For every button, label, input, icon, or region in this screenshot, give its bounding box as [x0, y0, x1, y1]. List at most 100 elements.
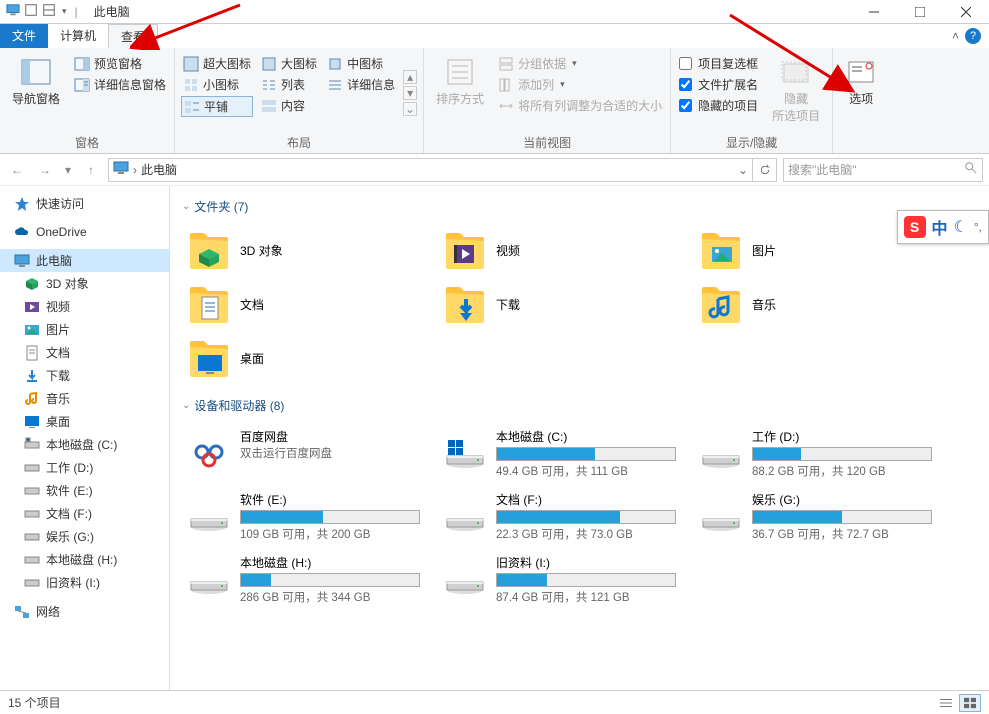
- sidebar-pictures[interactable]: 图片: [0, 318, 169, 341]
- sidebar-onedrive[interactable]: OneDrive: [0, 221, 169, 243]
- sidebar-i[interactable]: 旧资料 (I:): [0, 571, 169, 594]
- preview-pane-icon: [74, 56, 90, 72]
- folder-threeD[interactable]: 3D 对象: [182, 223, 438, 277]
- sidebar-g[interactable]: 娱乐 (G:): [0, 525, 169, 548]
- main-area: 快速访问 OneDrive 此电脑 3D 对象 视频 图片 文档 下载 音乐 桌…: [0, 186, 989, 690]
- size-all-columns[interactable]: 将所有列调整为合适的大小: [496, 96, 664, 115]
- drive-bar: [752, 447, 932, 461]
- collapse-ribbon-icon[interactable]: ˄: [952, 29, 959, 43]
- folder-icon: [700, 283, 742, 325]
- sidebar-downloads[interactable]: 下载: [0, 364, 169, 387]
- sidebar-desktop[interactable]: 桌面: [0, 410, 169, 433]
- crumb-thispc[interactable]: 此电脑: [141, 161, 177, 178]
- sidebar-videos[interactable]: 视频: [0, 295, 169, 318]
- sogou-icon: S: [904, 216, 926, 238]
- sidebar-docs[interactable]: 文档: [0, 341, 169, 364]
- help-icon[interactable]: ?: [965, 28, 981, 44]
- group-options: 选项: [833, 48, 889, 153]
- nav-pane-button[interactable]: 导航窗格: [6, 54, 66, 132]
- list-view[interactable]: 列表: [259, 75, 319, 94]
- drive-icon4: [24, 506, 40, 522]
- folder-label: 桌面: [240, 350, 264, 367]
- layout-scroll-up[interactable]: ▴: [403, 70, 417, 84]
- tab-file[interactable]: 文件: [0, 24, 48, 48]
- small-icons[interactable]: 小图标: [181, 75, 253, 94]
- minimize-button[interactable]: [851, 0, 897, 24]
- drive-5[interactable]: 娱乐 (G:)36.7 GB 可用，共 72.7 GB: [694, 485, 950, 548]
- sort-by[interactable]: 排序方式: [430, 54, 490, 132]
- addcol-icon: [498, 77, 514, 93]
- refresh-button[interactable]: [753, 158, 777, 182]
- folder-desktop[interactable]: 桌面: [182, 331, 438, 385]
- group-by[interactable]: 分组依据: [496, 54, 664, 73]
- back-button[interactable]: ←: [6, 159, 28, 181]
- search-box[interactable]: [783, 158, 983, 182]
- preview-pane[interactable]: 预览窗格: [72, 54, 168, 73]
- qat-icon2[interactable]: [42, 3, 56, 20]
- recent-dd[interactable]: ▾: [62, 159, 74, 181]
- item-checkboxes[interactable]: 项目复选框: [677, 54, 760, 73]
- sidebar-d[interactable]: 工作 (D:): [0, 456, 169, 479]
- ime-float[interactable]: S 中 ☾ °,: [897, 210, 989, 244]
- music-icon: [24, 391, 40, 407]
- tab-computer[interactable]: 计算机: [48, 24, 108, 48]
- sidebar-h[interactable]: 本地磁盘 (H:): [0, 548, 169, 571]
- address-bar[interactable]: › 此电脑 ⌄: [108, 158, 753, 182]
- drive-icon3: [24, 483, 40, 499]
- sidebar-e[interactable]: 软件 (E:): [0, 479, 169, 502]
- drive-icon6: [24, 552, 40, 568]
- details-view[interactable]: 详细信息: [325, 75, 397, 94]
- drive-4[interactable]: 文档 (F:)22.3 GB 可用，共 73.0 GB: [438, 485, 694, 548]
- search-icon[interactable]: [964, 161, 978, 178]
- sidebar-c[interactable]: 本地磁盘 (C:): [0, 433, 169, 456]
- status-details-view[interactable]: [935, 694, 957, 712]
- sidebar-thispc[interactable]: 此电脑: [0, 249, 169, 272]
- section-folders[interactable]: ⌄文件夹 (7): [182, 198, 977, 215]
- maximize-button[interactable]: [897, 0, 943, 24]
- sh-label: 显示/隐藏: [677, 132, 826, 153]
- layout-more[interactable]: ⌄: [403, 102, 417, 116]
- content-view[interactable]: 内容: [259, 96, 319, 115]
- ime-zh[interactable]: 中: [932, 215, 948, 239]
- crumb-sep[interactable]: ›: [133, 163, 137, 177]
- drive-2[interactable]: 工作 (D:)88.2 GB 可用，共 120 GB: [694, 422, 950, 485]
- sidebar-music[interactable]: 音乐: [0, 387, 169, 410]
- moon-icon[interactable]: ☾: [954, 217, 968, 237]
- qat-dropdown[interactable]: ▾: [62, 6, 67, 17]
- drive-bar: [496, 573, 676, 587]
- drive-6[interactable]: 本地磁盘 (H:)286 GB 可用，共 344 GB: [182, 548, 438, 611]
- qat-icon1[interactable]: [24, 3, 38, 20]
- folder-music[interactable]: 音乐: [694, 277, 950, 331]
- options-button[interactable]: 选项: [839, 54, 883, 149]
- details-pane[interactable]: 详细信息窗格: [72, 75, 168, 94]
- section-devices[interactable]: ⌄设备和驱动器 (8): [182, 397, 977, 414]
- status-icons-view[interactable]: [959, 694, 981, 712]
- tab-view[interactable]: 查看: [108, 24, 158, 48]
- forward-button[interactable]: →: [34, 159, 56, 181]
- addr-dd[interactable]: ⌄: [738, 163, 748, 177]
- medium-icons[interactable]: 中图标: [325, 54, 397, 73]
- folder-videos[interactable]: 视频: [438, 223, 694, 277]
- sidebar-f[interactable]: 文档 (F:): [0, 502, 169, 525]
- drive-3[interactable]: 软件 (E:)109 GB 可用，共 200 GB: [182, 485, 438, 548]
- drive-0[interactable]: 百度网盘双击运行百度网盘: [182, 422, 438, 485]
- sidebar-3d[interactable]: 3D 对象: [0, 272, 169, 295]
- drive-7[interactable]: 旧资料 (I:)87.4 GB 可用，共 121 GB: [438, 548, 694, 611]
- sidebar-network[interactable]: 网络: [0, 600, 169, 623]
- hide-selected[interactable]: 隐藏 所选项目: [766, 54, 826, 132]
- file-ext[interactable]: 文件扩展名: [677, 75, 760, 94]
- add-columns[interactable]: 添加列: [496, 75, 664, 94]
- folder-downloads[interactable]: 下载: [438, 277, 694, 331]
- large-icons[interactable]: 大图标: [259, 54, 319, 73]
- search-input[interactable]: [788, 163, 964, 177]
- close-button[interactable]: [943, 0, 989, 24]
- statusbar: 15 个项目: [0, 690, 989, 714]
- layout-scroll-down[interactable]: ▾: [403, 86, 417, 100]
- sidebar-quick[interactable]: 快速访问: [0, 192, 169, 215]
- drive-1[interactable]: 本地磁盘 (C:)49.4 GB 可用，共 111 GB: [438, 422, 694, 485]
- folder-documents[interactable]: 文档: [182, 277, 438, 331]
- up-button[interactable]: ↑: [80, 159, 102, 181]
- hidden-items[interactable]: 隐藏的项目: [677, 96, 760, 115]
- tiles[interactable]: 平铺: [181, 96, 253, 117]
- extra-large-icons[interactable]: 超大图标: [181, 54, 253, 73]
